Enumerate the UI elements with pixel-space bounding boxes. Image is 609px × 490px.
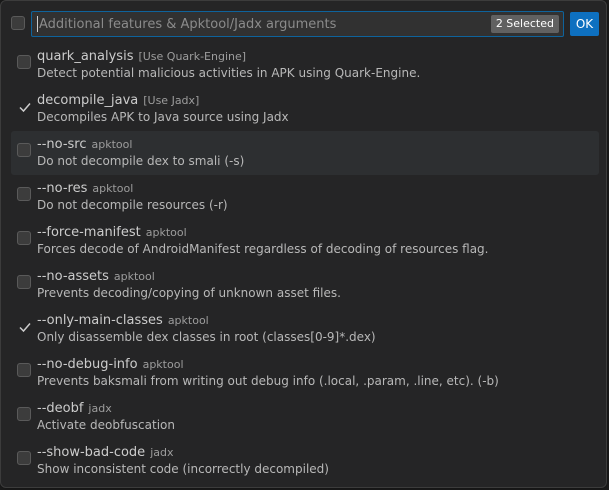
list-item-show-bad-code[interactable]: --show-bad-code jadx Show inconsistent co… [11, 439, 599, 483]
item-label: decompile_java [37, 93, 139, 108]
item-detail: Prevents baksmali from writing out debug… [37, 374, 499, 388]
checkbox-checked[interactable] [17, 99, 31, 113]
checkbox[interactable] [17, 363, 31, 377]
checkbox[interactable] [17, 143, 31, 157]
checkbox[interactable] [17, 187, 31, 201]
item-detail: Prevents decoding/copying of unknown ass… [37, 286, 341, 300]
item-label: quark_analysis [37, 49, 134, 64]
item-detail: Forces decode of AndroidManifest regardl… [37, 242, 489, 256]
item-description: jadx [88, 402, 112, 415]
item-detail: Do not decompile dex to smali (-s) [37, 154, 245, 168]
ok-button[interactable]: OK [570, 12, 599, 36]
checkbox[interactable] [17, 275, 31, 289]
item-description: apktool [167, 314, 209, 327]
item-label: --no-res [37, 181, 88, 196]
item-label: --show-bad-code [37, 445, 146, 460]
item-label: --no-src [37, 137, 87, 152]
check-icon [19, 103, 31, 113]
selected-count-badge: 2 Selected [490, 15, 559, 33]
list-item-no-src[interactable]: --no-src apktool Do not decompile dex to … [11, 131, 599, 175]
item-detail: Activate deobfuscation [37, 418, 175, 432]
item-description: apktool [145, 226, 187, 239]
item-label: --no-debug-info [37, 357, 138, 372]
list-item-quark-analysis[interactable]: quark_analysis [Use Quark-Engine] Detect … [11, 43, 599, 87]
item-label: --no-assets [37, 269, 109, 284]
filter-input[interactable] [32, 12, 492, 36]
filter-input-box[interactable]: 2 Selected [31, 11, 564, 37]
item-detail: Only disassemble dex classes in root (cl… [37, 330, 376, 344]
list-item-no-debug-info[interactable]: --no-debug-info apktool Prevents baksmali… [11, 351, 599, 395]
check-icon [19, 323, 31, 333]
checkbox[interactable] [17, 231, 31, 245]
item-description: apktool [91, 138, 133, 151]
item-detail: Do not decompile resources (-r) [37, 198, 228, 212]
list-item-no-assets[interactable]: --no-assets apktool Prevents decoding/cop… [11, 263, 599, 307]
item-label: --only-main-classes [37, 313, 163, 328]
list-item-decompile-java[interactable]: decompile_java [Use Jadx] Decompiles APK … [11, 87, 599, 131]
quick-pick-header: 2 Selected OK [1, 1, 606, 47]
item-description: jadx [150, 446, 174, 459]
item-detail: Detect potential malicious activities in… [37, 66, 421, 80]
item-description: [Use Quark-Engine] [138, 50, 247, 63]
list-item-force-manifest[interactable]: --force-manifest apktool Forces decode of… [11, 219, 599, 263]
checkbox[interactable] [17, 407, 31, 421]
item-description: apktool [142, 358, 184, 371]
item-detail: Show inconsistent code (incorrectly deco… [37, 462, 329, 476]
item-description: apktool [113, 270, 155, 283]
item-label: --force-manifest [37, 225, 141, 240]
item-detail: Decompiles APK to Java source using Jadx [37, 110, 289, 124]
list-item-only-main-classes[interactable]: --only-main-classes apktool Only disassem… [11, 307, 599, 351]
list-item-no-res[interactable]: --no-res apktool Do not decompile resourc… [11, 175, 599, 219]
quick-pick: 2 Selected OK quark_analysis [Use Quark-E… [0, 0, 607, 488]
item-label: --deobf [37, 401, 84, 416]
checkbox[interactable] [17, 451, 31, 465]
checkbox-checked[interactable] [17, 319, 31, 333]
checkbox[interactable] [17, 55, 31, 69]
list-item-deobf[interactable]: --deobf jadx Activate deobfuscation [11, 395, 599, 439]
item-description: [Use Jadx] [143, 94, 200, 107]
select-all-checkbox[interactable] [11, 16, 25, 30]
item-description: apktool [92, 182, 134, 195]
